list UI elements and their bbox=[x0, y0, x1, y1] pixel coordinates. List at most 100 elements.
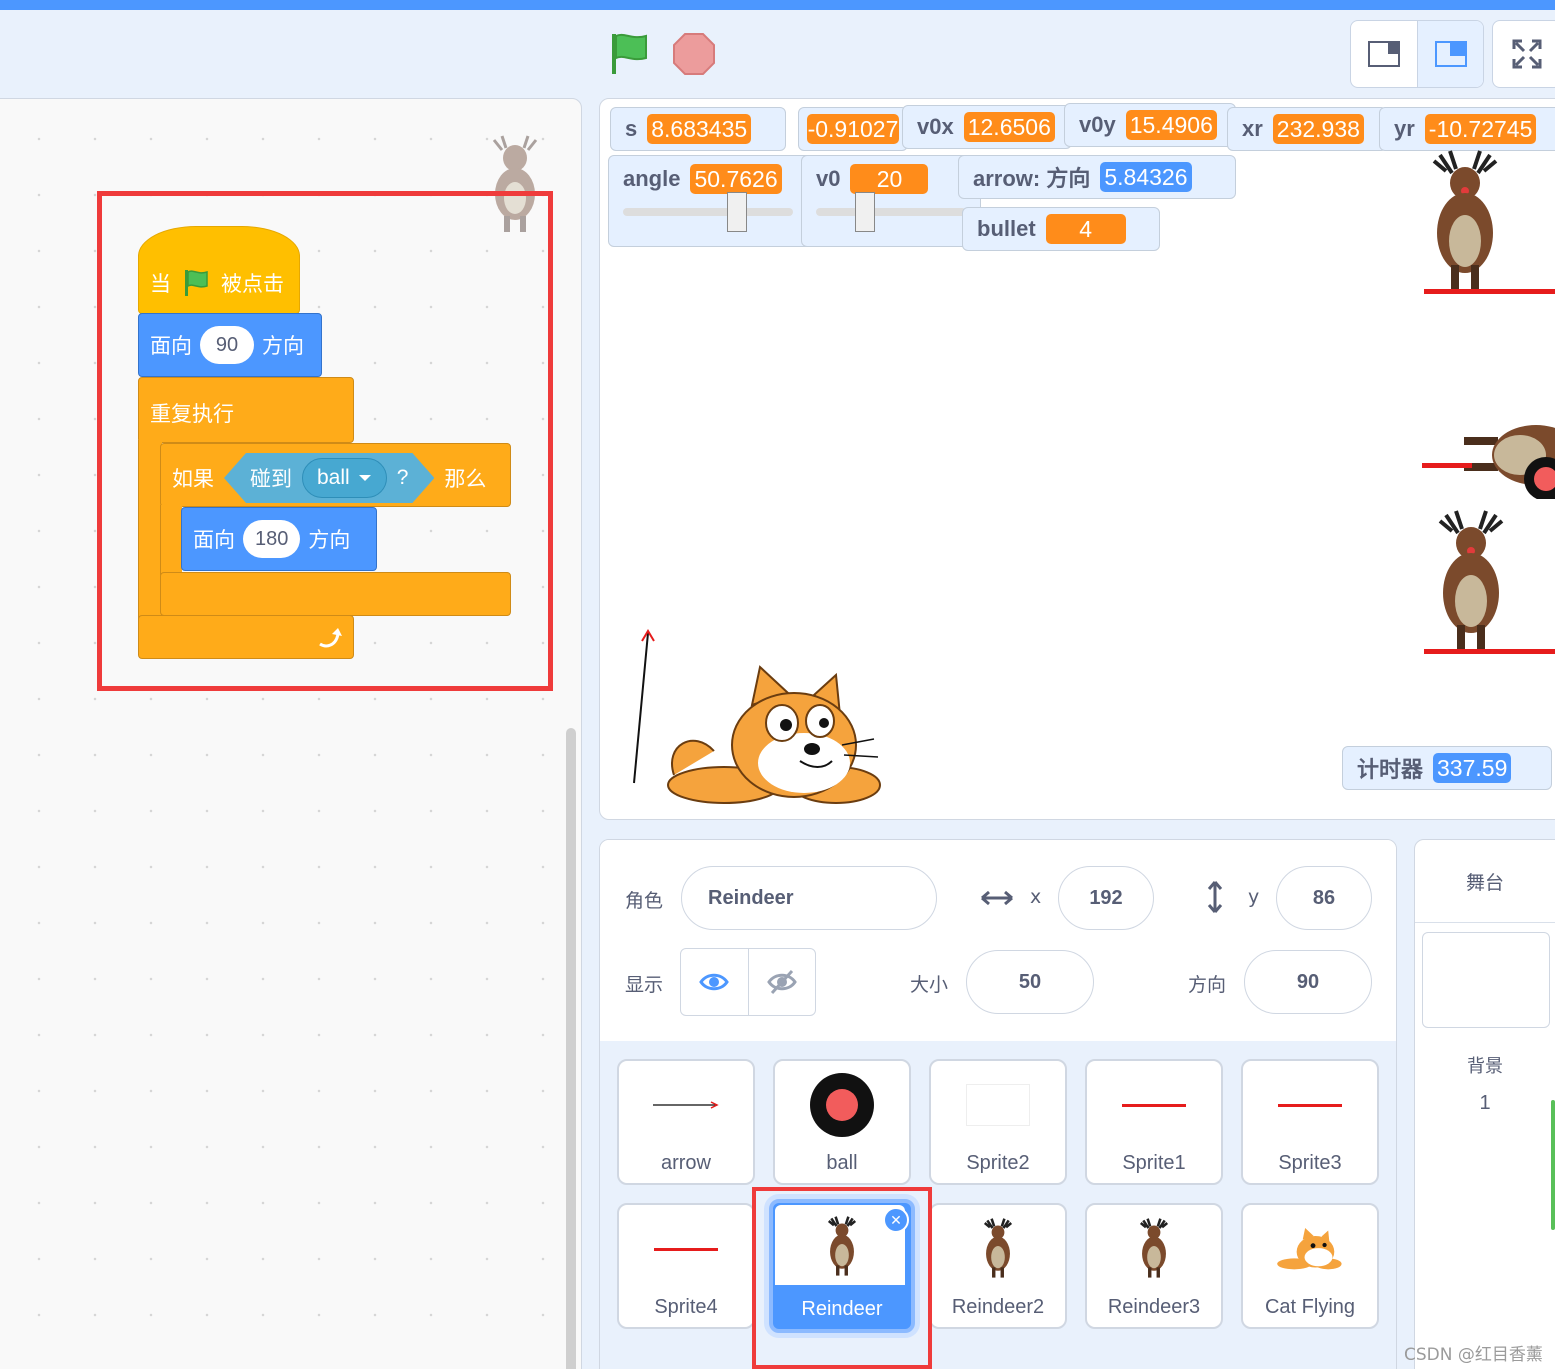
x-field[interactable]: 192 bbox=[1058, 866, 1154, 930]
y-field[interactable]: 86 bbox=[1276, 866, 1372, 930]
sprite-name-label: 角色 bbox=[625, 890, 664, 912]
normal-stage-icon[interactable] bbox=[1417, 21, 1483, 87]
add-sprite-edge[interactable] bbox=[1551, 1100, 1555, 1230]
monitor-v0-value: 20 bbox=[850, 164, 929, 194]
size-label: 大小 bbox=[910, 974, 949, 996]
monitor-yr[interactable]: yr -10.72745 bbox=[1379, 107, 1555, 151]
monitor-arrow-direction-value: 5.84326 bbox=[1100, 162, 1192, 192]
y-label: y bbox=[1248, 886, 1260, 908]
sprite-tile-name: Cat Flying bbox=[1264, 1296, 1356, 1318]
sprite-tile-name: Sprite4 bbox=[654, 1296, 718, 1318]
monitor-bullet[interactable]: bullet 4 bbox=[962, 207, 1160, 251]
sprite-tile-name: Sprite3 bbox=[1278, 1152, 1342, 1174]
sprite-tile-cat-flying[interactable]: Cat Flying bbox=[1241, 1203, 1379, 1329]
reindeer-sprite-top[interactable] bbox=[1420, 147, 1510, 302]
monitor-timer[interactable]: 计时器 337.59 bbox=[1342, 746, 1552, 790]
arrow-sprite[interactable] bbox=[626, 625, 666, 792]
top-accent-bar bbox=[0, 0, 1555, 10]
monitor-timer-value: 337.59 bbox=[1433, 753, 1512, 783]
monitor-v0-row: v0 20 bbox=[816, 164, 929, 194]
sprite-tile-name: Reindeer2 bbox=[951, 1296, 1045, 1318]
reindeer-thumb-icon bbox=[1087, 1215, 1221, 1283]
sprite-tile-name: ball bbox=[826, 1152, 858, 1174]
monitor-v0[interactable]: v0 20 bbox=[801, 155, 981, 247]
sprite-tile-sprite1[interactable]: Sprite1 bbox=[1085, 1059, 1223, 1185]
monitor-unnamed-value: -0.91027 bbox=[807, 114, 899, 144]
reindeer-thumb-icon bbox=[931, 1215, 1065, 1283]
monitor-s[interactable]: s 8.683435 bbox=[610, 107, 786, 151]
code-highlight-box bbox=[97, 191, 553, 691]
monitor-angle-value: 50.7626 bbox=[690, 164, 782, 194]
sprite-tile-name: Reindeer3 bbox=[1107, 1296, 1201, 1318]
monitor-unnamed[interactable]: -0.91027 bbox=[798, 107, 908, 151]
sprite-tile-ball[interactable]: ball bbox=[773, 1059, 911, 1185]
visibility-toggle bbox=[680, 948, 816, 1016]
monitor-angle[interactable]: angle 50.7626 bbox=[608, 155, 814, 247]
arrow-thumb-icon bbox=[619, 1071, 753, 1139]
x-label: x bbox=[1030, 886, 1042, 908]
sprite-tile-sprite2[interactable]: Sprite2 bbox=[929, 1059, 1067, 1185]
blank-thumb-icon bbox=[931, 1071, 1065, 1139]
monitor-s-value: 8.683435 bbox=[647, 114, 752, 144]
monitor-xr-label: xr bbox=[1242, 116, 1263, 141]
size-field[interactable]: 50 bbox=[966, 950, 1094, 1014]
monitor-v0-label: v0 bbox=[816, 166, 841, 191]
horizontal-arrows-icon bbox=[981, 890, 1013, 906]
monitor-xr[interactable]: xr 232.938 bbox=[1227, 107, 1387, 151]
vertical-arrows-icon bbox=[1207, 881, 1223, 913]
monitor-yr-label: yr bbox=[1394, 116, 1415, 141]
green-flag-icon[interactable] bbox=[606, 30, 652, 76]
sprite-tile-sprite4[interactable]: Sprite4 bbox=[617, 1203, 755, 1329]
small-stage-icon[interactable] bbox=[1351, 21, 1417, 87]
sprite-tile-name: arrow bbox=[660, 1152, 711, 1174]
code-scrollbar[interactable] bbox=[566, 728, 576, 1369]
sprite-tile-name: Sprite2 bbox=[966, 1152, 1030, 1174]
stage-thumbnail[interactable] bbox=[1422, 932, 1550, 1028]
monitor-angle-label: angle bbox=[623, 166, 681, 191]
fullscreen-icon[interactable] bbox=[1492, 20, 1555, 88]
sprite-tile-name: Sprite1 bbox=[1122, 1152, 1186, 1174]
monitor-v0y-label: v0y bbox=[1079, 112, 1116, 137]
monitor-yr-value: -10.72745 bbox=[1424, 114, 1537, 144]
hide-eye-icon[interactable] bbox=[747, 949, 816, 1015]
angle-slider[interactable] bbox=[623, 192, 793, 232]
show-eye-icon[interactable] bbox=[681, 949, 748, 1015]
monitor-v0x-label: v0x bbox=[917, 114, 954, 139]
direction-field[interactable]: 90 bbox=[1244, 950, 1372, 1014]
reindeer-sprite-fallen[interactable] bbox=[1464, 419, 1555, 504]
angle-slider-thumb[interactable] bbox=[726, 192, 747, 232]
red-line-sprite-3[interactable] bbox=[1424, 649, 1555, 654]
monitor-v0x-value: 12.6506 bbox=[963, 112, 1055, 142]
red-line-thumb-icon bbox=[1243, 1071, 1377, 1139]
v0-slider[interactable] bbox=[816, 192, 966, 232]
csdn-watermark: CSDN @红目香薰 bbox=[1404, 1345, 1543, 1365]
stop-icon[interactable] bbox=[672, 32, 716, 76]
monitor-bullet-label: bullet bbox=[977, 216, 1036, 241]
ball-thumb-icon bbox=[775, 1071, 909, 1139]
sprite-name-field[interactable]: Reindeer bbox=[681, 866, 937, 930]
selected-sprite-highlight-box bbox=[752, 1187, 932, 1369]
monitor-arrow-direction[interactable]: arrow: 方向 5.84326 bbox=[958, 155, 1236, 199]
sprite-tile-arrow[interactable]: arrow bbox=[617, 1059, 755, 1185]
monitor-v0y[interactable]: v0y 15.4906 bbox=[1064, 103, 1236, 147]
red-line-sprite-1[interactable] bbox=[1424, 289, 1555, 294]
sprite-tile-sprite3[interactable]: Sprite3 bbox=[1241, 1059, 1379, 1185]
monitor-s-label: s bbox=[625, 116, 638, 141]
monitor-arrow-direction-label: arrow: 方向 bbox=[973, 166, 1091, 191]
monitor-v0x[interactable]: v0x 12.6506 bbox=[902, 105, 1072, 149]
monitor-v0y-value: 15.4906 bbox=[1125, 110, 1217, 140]
sprite-tile-reindeer2[interactable]: Reindeer2 bbox=[929, 1203, 1067, 1329]
red-line-sprite-2[interactable] bbox=[1422, 463, 1472, 468]
sprite-tile-reindeer3[interactable]: Reindeer3 bbox=[1085, 1203, 1223, 1329]
cat-flying-sprite[interactable] bbox=[664, 665, 888, 812]
stage-title: 舞台 bbox=[1465, 873, 1504, 894]
stage-divider bbox=[1415, 922, 1555, 923]
red-line-thumb-icon bbox=[1087, 1071, 1221, 1139]
red-line-thumb-icon bbox=[619, 1215, 753, 1283]
stage-canvas[interactable]: s 8.683435 -0.91027 v0x 12.6506 v0y 15.4… bbox=[599, 98, 1555, 820]
cat-thumb-icon bbox=[1243, 1215, 1377, 1283]
reindeer-sprite-bottom[interactable] bbox=[1426, 507, 1516, 662]
monitor-bullet-value: 4 bbox=[1045, 214, 1126, 244]
backdrop-count: 1 bbox=[1479, 1092, 1491, 1114]
v0-slider-thumb[interactable] bbox=[855, 192, 875, 232]
